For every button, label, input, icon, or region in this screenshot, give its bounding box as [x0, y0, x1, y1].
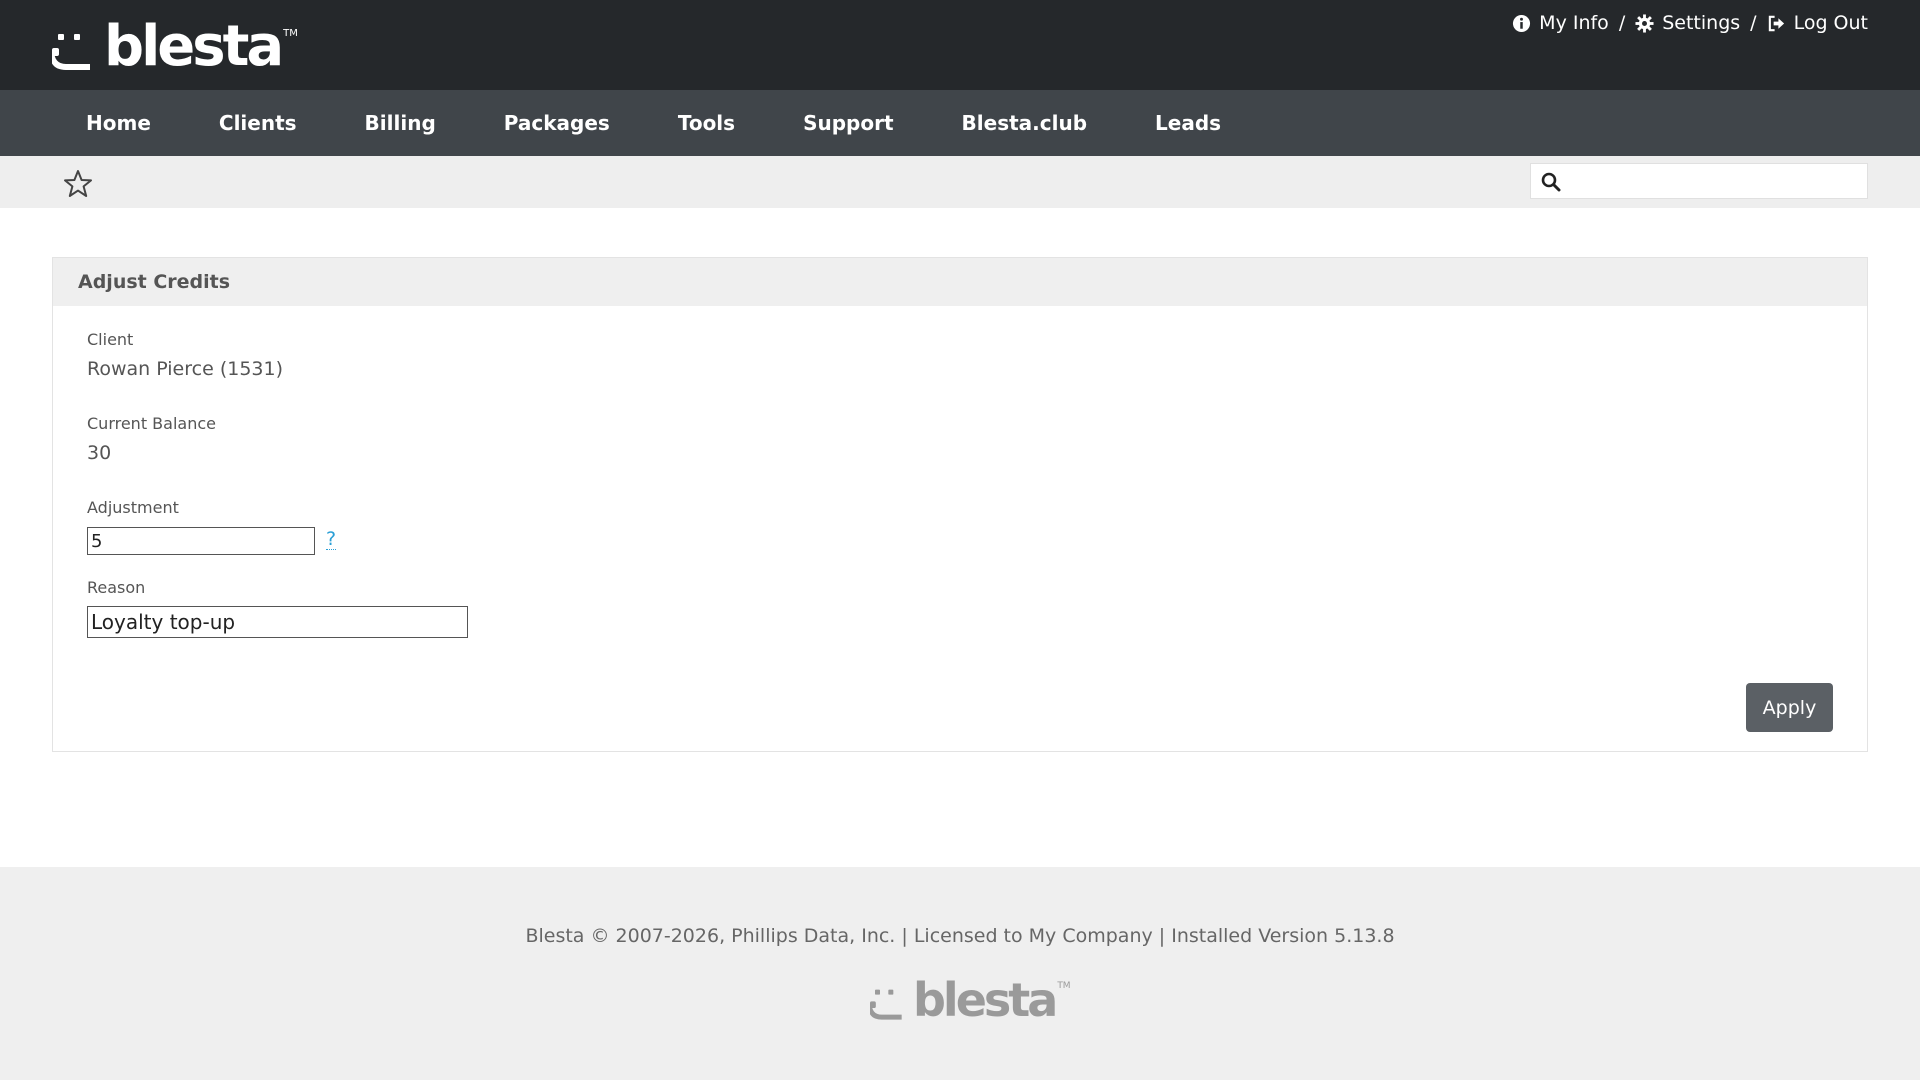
smile-logo-icon — [870, 989, 902, 1020]
logo-trademark: TM — [283, 28, 298, 39]
footer-logo-wordmark: blesta — [913, 973, 1058, 1027]
link-separator: / — [1750, 12, 1757, 34]
panel-title: Adjust Credits — [53, 258, 1867, 306]
nav-items: Home Clients Billing Packages Tools Supp… — [52, 90, 1255, 156]
blesta-logo[interactable]: blesta TM — [52, 14, 298, 79]
nav-item-billing[interactable]: Billing — [331, 90, 470, 156]
smile-logo-icon — [52, 34, 90, 70]
link-separator: / — [1618, 12, 1626, 34]
logo-wordmark: blesta — [104, 14, 284, 79]
gear-icon — [1635, 13, 1654, 33]
info-circle-icon — [1513, 14, 1531, 32]
footer-blesta-logo[interactable]: blesta TM — [870, 977, 1071, 1023]
help-tooltip-link[interactable]: ? — [326, 529, 337, 550]
adjustment-label: Adjustment — [87, 498, 179, 517]
current-balance-label: Current Balance — [87, 414, 216, 433]
my-info-link[interactable]: My Info — [1512, 12, 1609, 34]
nav-item-blesta-club[interactable]: Blesta.club — [928, 90, 1122, 156]
search-box — [1530, 163, 1868, 199]
footer-logo-trademark: TM — [1057, 981, 1071, 991]
nav-item-support[interactable]: Support — [769, 90, 927, 156]
search-input[interactable] — [1571, 166, 1861, 196]
footer-copyright: Blesta © 2007-2026, Phillips Data, Inc. … — [525, 925, 1395, 947]
log-out-link[interactable]: Log Out — [1767, 12, 1868, 34]
account-links: My Info / Settings / Log Out — [1512, 10, 1868, 36]
current-balance-value: 30 — [87, 442, 112, 464]
nav-item-tools[interactable]: Tools — [644, 90, 769, 156]
settings-link[interactable]: Settings — [1635, 12, 1740, 34]
sign-out-icon — [1768, 15, 1784, 31]
reason-input[interactable] — [87, 606, 468, 638]
apply-button[interactable]: Apply — [1746, 683, 1833, 732]
nav-item-clients[interactable]: Clients — [185, 90, 331, 156]
footer: Blesta © 2007-2026, Phillips Data, Inc. … — [0, 867, 1920, 1080]
log-out-label: Log Out — [1793, 12, 1868, 34]
nav-item-home[interactable]: Home — [52, 90, 185, 156]
my-info-label: My Info — [1539, 12, 1609, 34]
search-icon — [1541, 172, 1561, 192]
reason-label: Reason — [87, 578, 146, 597]
nav-item-leads[interactable]: Leads — [1121, 90, 1255, 156]
nav-item-packages[interactable]: Packages — [470, 90, 644, 156]
adjustment-input[interactable] — [87, 527, 315, 555]
adjust-credits-panel: Adjust Credits Client Rowan Pierce (1531… — [52, 257, 1868, 752]
main-nav: Home Clients Billing Packages Tools Supp… — [0, 90, 1920, 156]
client-value: Rowan Pierce (1531) — [87, 358, 283, 380]
client-label: Client — [87, 330, 134, 349]
settings-label: Settings — [1662, 12, 1741, 34]
top-header: blesta TM My Info / Settings / Log Out — [0, 0, 1920, 90]
star-icon[interactable] — [62, 168, 94, 200]
sub-toolbar — [0, 156, 1920, 208]
